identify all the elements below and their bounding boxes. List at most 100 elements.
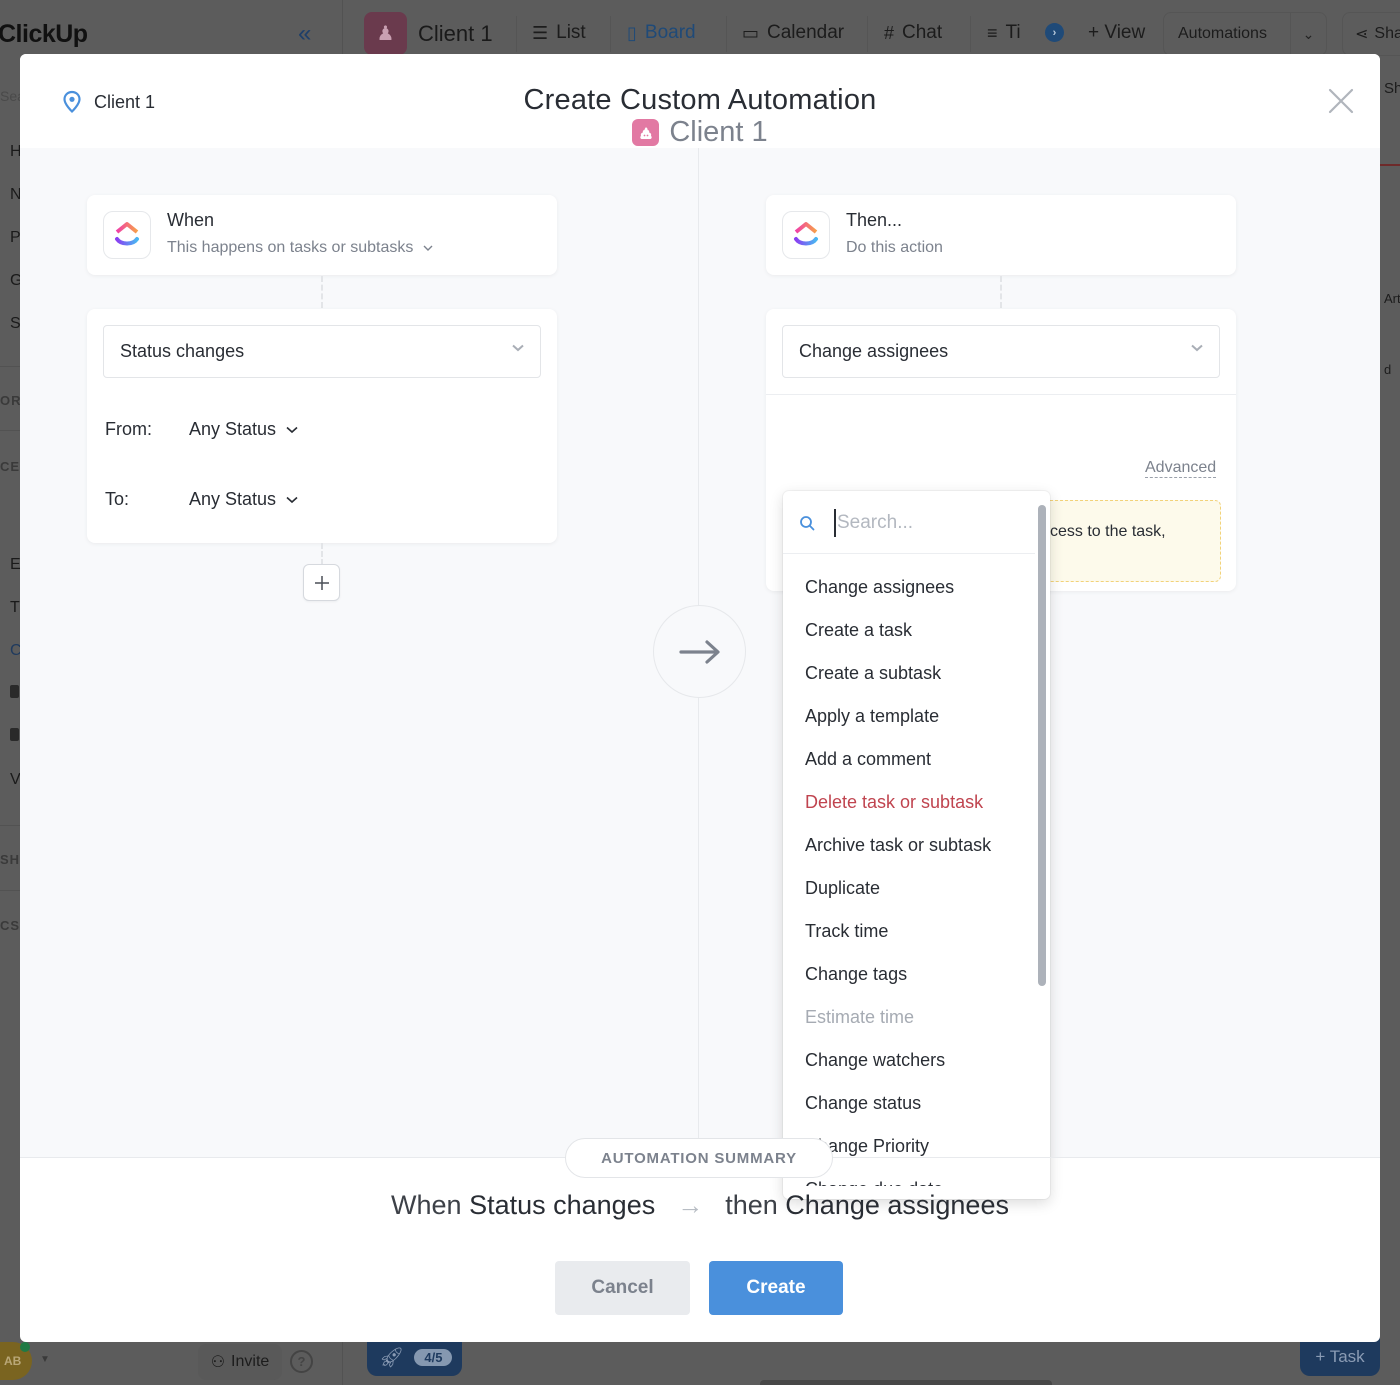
- tab-label: Ti: [1005, 22, 1021, 43]
- to-status-value: Any Status: [189, 489, 277, 509]
- automation-summary: When Status changes → then Change assign…: [20, 1190, 1380, 1221]
- arrow-right-icon: →: [677, 1190, 704, 1220]
- sidebar-section: OR: [0, 393, 22, 408]
- tab-board[interactable]: ▯ Board: [627, 22, 696, 44]
- then-card[interactable]: Then... Do this action: [766, 195, 1236, 275]
- tab-label: Chat: [902, 22, 943, 43]
- background-text: d: [1384, 362, 1392, 377]
- modal-title: Create Custom Automation: [523, 84, 877, 116]
- dropdown-option[interactable]: Change assignees: [783, 566, 1035, 609]
- horizontal-scrollbar[interactable]: [760, 1380, 1052, 1385]
- then-subtitle-row: Do this action: [846, 239, 943, 257]
- to-label: To:: [105, 489, 130, 509]
- share-icon: ⋖: [1355, 26, 1369, 43]
- summary-when: When: [391, 1190, 462, 1220]
- add-view-label: + View: [1088, 22, 1146, 43]
- tab-label: Board: [644, 22, 696, 43]
- invite-button[interactable]: ⚇ Invite: [198, 1344, 282, 1380]
- trigger-scope-dropdown[interactable]: This happens on tasks or subtasks: [167, 239, 433, 257]
- dropdown-scrollbar[interactable]: [1038, 505, 1046, 986]
- tab-calendar[interactable]: ▭ Calendar: [742, 22, 844, 44]
- dropdown-option[interactable]: Change watchers: [783, 1039, 1035, 1082]
- close-button[interactable]: [1328, 88, 1354, 114]
- action-search-input[interactable]: [834, 509, 1024, 537]
- to-status-row: To: Any Status: [105, 489, 298, 510]
- sidebar-section: CE: [0, 459, 21, 474]
- dropdown-option: Estimate time: [805, 1007, 915, 1027]
- create-button[interactable]: Create: [709, 1261, 843, 1315]
- add-task-button[interactable]: + Task: [1300, 1338, 1380, 1376]
- flow-arrow: [653, 605, 746, 698]
- warning-box: [1040, 500, 1221, 582]
- dropdown-option[interactable]: Archive task or subtask: [783, 824, 1035, 867]
- chevron-down-icon[interactable]: ⌄: [1291, 26, 1326, 43]
- background-text: Sh: [1384, 80, 1400, 97]
- sidebar-section: CS: [0, 918, 21, 933]
- from-status-row: From: Any Status: [105, 419, 298, 440]
- share-button[interactable]: ⋖ Sha: [1342, 12, 1400, 56]
- dropdown-option[interactable]: Track time: [783, 910, 1035, 953]
- calendar-icon: ▭: [742, 22, 760, 43]
- tab-chat[interactable]: # Chat: [884, 22, 942, 44]
- onboarding-button[interactable]: 🚀︎ 4/5: [367, 1338, 462, 1376]
- tab-timeline[interactable]: ≡ Ti: [987, 22, 1021, 44]
- chevron-down-icon: [286, 496, 298, 503]
- dropdown-option[interactable]: Delete task or subtask: [783, 781, 1035, 824]
- action-dropdown-menu: Change assigneesCreate a taskCreate a su…: [783, 491, 1050, 1199]
- trigger-selected-value: Status changes: [120, 341, 245, 361]
- dropdown-option[interactable]: Duplicate: [783, 867, 1035, 910]
- dropdown-option[interactable]: Create a task: [783, 609, 1035, 652]
- hash-icon: #: [884, 22, 895, 43]
- list-icon: ☰: [532, 22, 549, 43]
- trigger-select[interactable]: Status changes: [103, 325, 541, 378]
- dropdown-option[interactable]: Change tags: [783, 953, 1035, 996]
- chevron-down-icon: [423, 245, 433, 251]
- chevron-down-icon: [512, 344, 524, 352]
- collapse-sidebar-icon[interactable]: «: [298, 20, 311, 48]
- from-status-value: Any Status: [189, 419, 277, 439]
- to-status-dropdown[interactable]: Any Status: [189, 489, 298, 510]
- board-icon: ▯: [627, 22, 637, 43]
- then-title: Then...: [846, 210, 903, 230]
- dropdown-option[interactable]: Create a subtask: [783, 652, 1035, 695]
- space-name: Client 1: [418, 21, 493, 46]
- summary-action: Change assignees: [785, 1190, 1009, 1220]
- advanced-link[interactable]: Advanced: [1145, 459, 1217, 478]
- add-user-icon: ⚇: [210, 1354, 226, 1371]
- then-subtitle: Do this action: [846, 239, 943, 256]
- automations-button[interactable]: Automations ⌄: [1163, 12, 1327, 56]
- modal-header: Client 1 Create Custom Automation Client…: [20, 54, 1380, 148]
- add-view-button[interactable]: + View: [1088, 22, 1145, 44]
- summary-then: then: [725, 1190, 778, 1220]
- clickup-logo-icon: [782, 211, 830, 259]
- chevron-down-icon: [1191, 344, 1203, 352]
- tab-list[interactable]: ☰ List: [532, 22, 586, 44]
- from-label: From:: [105, 419, 152, 439]
- chevron-down-icon: [286, 426, 298, 433]
- caret-down-icon[interactable]: ▼: [40, 1354, 50, 1365]
- help-icon[interactable]: ?: [290, 1350, 313, 1373]
- search-icon: [800, 516, 815, 531]
- add-condition-button[interactable]: [303, 564, 340, 601]
- dropdown-option[interactable]: Add a comment: [783, 738, 1035, 781]
- dropdown-option[interactable]: Change status: [783, 1082, 1035, 1125]
- clickup-logo-icon: [103, 211, 151, 259]
- invite-label: Invite: [231, 1353, 270, 1370]
- clickup-logo: ClickUp: [0, 20, 88, 48]
- automation-summary-label: AUTOMATION SUMMARY: [565, 1138, 833, 1178]
- space-icon: ♟: [364, 12, 407, 55]
- cancel-button[interactable]: Cancel: [555, 1261, 690, 1315]
- space-icon: [632, 119, 660, 146]
- action-select[interactable]: Change assignees: [782, 325, 1220, 378]
- tab-label: List: [556, 22, 586, 43]
- more-tabs-chevron-icon[interactable]: ›: [1045, 23, 1064, 42]
- summary-trigger: Status changes: [469, 1190, 656, 1220]
- dropdown-search: [783, 491, 1035, 554]
- rocket-icon: 🚀︎: [379, 1346, 405, 1369]
- from-status-dropdown[interactable]: Any Status: [189, 419, 298, 440]
- timeline-icon: ≡: [987, 22, 998, 43]
- when-card[interactable]: When This happens on tasks or subtasks: [87, 195, 557, 275]
- sidebar-item: T: [10, 599, 20, 616]
- tab-label: Calendar: [767, 22, 845, 43]
- dropdown-option[interactable]: Apply a template: [783, 695, 1035, 738]
